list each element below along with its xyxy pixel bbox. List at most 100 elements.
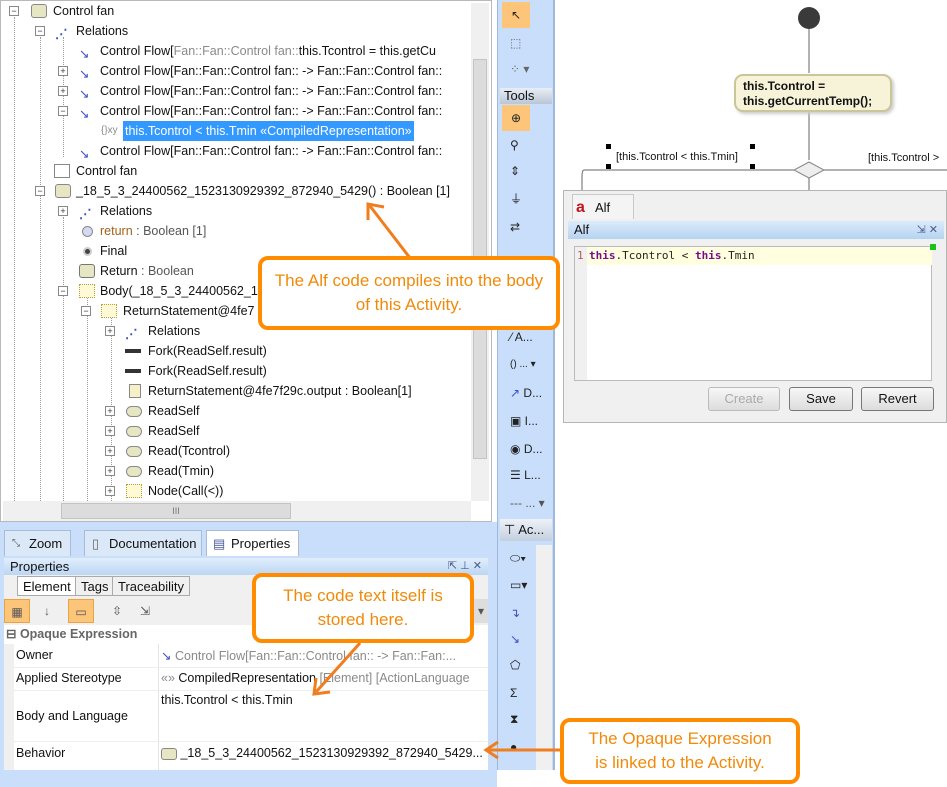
decision-node[interactable] [792,161,826,179]
guard-label-left[interactable]: [this.Tcontrol < this.Tmin] [616,151,738,163]
expand-icon[interactable]: + [105,446,115,456]
subtab-tags[interactable]: Tags [75,576,115,596]
object-flow-tool[interactable]: ↴ [502,600,552,626]
palette-item-dependency[interactable]: ↗ D... [502,380,552,406]
accept-event-tool[interactable]: Σ [502,680,552,706]
tree-node-control-flow[interactable]: ↘ Control Flow[Fan::Fan::Control fan:: -… [1,141,471,161]
applied-stereotype-value[interactable]: «» CompiledRepresentation [Element] [Act… [161,671,486,685]
selection-handle[interactable] [606,144,611,149]
subtab-element[interactable]: Element [17,576,77,596]
guard-label-right[interactable]: [this.Tcontrol > [868,152,939,164]
object-node-tool[interactable]: ▭▾ [502,572,552,598]
expand-icon[interactable]: + [58,206,68,216]
tree-node-action[interactable]: + Read(Tcontrol) [1,441,471,461]
palette-item-image[interactable]: ▣ I... [502,408,552,434]
pointer-tool[interactable]: ↖ [502,2,530,28]
tree-node-relations[interactable]: + ⋰ Relations [1,201,471,221]
tree-node-relations[interactable]: − ⋰ Relations [1,21,471,41]
owner-value[interactable]: ↘ Control Flow[Fan::Fan::Control fan:: -… [161,648,486,663]
collapse-icon[interactable]: − [58,286,68,296]
insert-tool[interactable]: ⏚ [502,186,552,212]
undock-icon[interactable]: ⇱ [448,560,457,572]
palette-item-list[interactable]: ☰ L... [502,462,552,488]
pin-icon[interactable]: ⊥ [460,560,470,572]
alf-code-editor[interactable]: 1 this.Tcontrol < this.Tmin [574,246,932,381]
palette-section-activity[interactable]: ⊤ Ac... [500,519,552,541]
tree-node-call[interactable]: + Node(Call(<)) [1,481,471,501]
palette-item-diagram[interactable]: ◉ D... [502,436,552,462]
categorized-view-icon[interactable]: ▦ [4,599,30,623]
marquee-select-tool[interactable]: ⬚ [502,30,552,56]
tab-zoom[interactable]: ⤡ Zoom [4,530,72,556]
swimlane-tool[interactable]: ⊕ [502,105,530,131]
collapse-icon[interactable]: − [35,186,45,196]
split-tool[interactable]: ⇕ [502,158,552,184]
tree-node-fork[interactable]: Fork(ReadSelf.result) [1,361,471,381]
section-header[interactable]: ⊟ Opaque Expression [6,626,137,641]
tree-node-control-flow[interactable]: − ↘ Control Flow[Fan::Fan::Control fan::… [1,101,471,121]
tree-node-opaque-expression[interactable]: {}xy this.Tcontrol < this.Tmin «Compiled… [1,121,471,141]
revert-button[interactable]: Revert [861,387,934,411]
selection-handle[interactable] [750,164,755,169]
tree-node-action[interactable]: + Read(Tmin) [1,461,471,481]
action-node[interactable]: this.Tcontrol = this.getCurrentTemp(); [734,74,892,112]
expand-icon[interactable]: + [105,406,115,416]
expand-icon[interactable]: + [58,66,68,76]
tab-properties[interactable]: ▤ Properties [206,530,300,556]
guard-edge-left[interactable] [581,169,794,190]
tab-alf[interactable]: a Alf [572,194,634,219]
horizontal-scrollbar[interactable]: III [3,501,471,521]
tree-node-action[interactable]: + ReadSelf [1,401,471,421]
restore-icon[interactable]: ⇲ [917,224,926,236]
initial-node-tool[interactable]: ● [502,734,552,760]
tree-node-activity[interactable]: − _18_5_3_24400562_1523130929392_872940_… [1,181,471,201]
tree-node-control-fan-diagram[interactable]: Control fan [1,161,471,181]
send-signal-tool[interactable]: ⬠ [502,652,552,678]
close-icon[interactable]: ✕ [929,224,938,236]
stamp-tool[interactable]: ⚲ [502,132,552,158]
palette-item-opaque[interactable]: () ... ▾ [502,352,552,378]
tree-node-control-flow[interactable]: ↘ Control Flow[Fan::Fan::Control fan::th… [1,41,471,61]
route-tool[interactable]: ⇄ [502,214,552,240]
tree-node-fork[interactable]: Fork(ReadSelf.result) [1,341,471,361]
body-and-language-value[interactable]: this.Tcontrol < this.Tmin [161,693,293,707]
initial-node[interactable] [798,7,820,29]
create-button[interactable]: Create [708,387,780,411]
dropdown-icon[interactable]: ▾ [474,599,488,623]
scroll-thumb[interactable]: III [61,503,291,519]
control-flow-tool[interactable]: ↘ [502,626,552,652]
collapse-icon[interactable]: − [9,6,19,16]
vertical-scrollbar[interactable] [471,3,489,501]
subtab-traceability[interactable]: Traceability [112,576,190,596]
tree-node-output-pin[interactable]: ReturnStatement@4fe7f29c.output : Boolea… [1,381,471,401]
sort-alphabetical-icon[interactable]: ↓ [34,599,60,623]
selection-handle[interactable] [750,144,755,149]
save-button[interactable]: Save [789,387,853,411]
palette-item-line[interactable]: --- ... ▾ [502,490,552,516]
control-flow-icon: ↘ [79,87,90,101]
action-tool[interactable]: ⬭▾ [502,545,552,571]
tab-documentation[interactable]: ▯ Documentation [84,530,202,556]
tree-node-return-parameter[interactable]: return : Boolean [1] [1,221,471,241]
tree-node-action[interactable]: + ReadSelf [1,421,471,441]
tree-node-control-flow[interactable]: + ↘ Control Flow[Fan::Fan::Control fan::… [1,81,471,101]
group-select-tool[interactable]: ⁘ ▾ [502,56,552,82]
expand-icon[interactable]: + [105,466,115,476]
collapse-icon[interactable]: − [81,306,91,316]
expand-icon[interactable]: + [105,486,115,496]
close-icon[interactable]: ✕ [473,560,482,572]
expand-icon[interactable]: + [105,426,115,436]
behavior-value[interactable]: _18_5_3_24400562_1523130929392_872940_54… [161,746,486,760]
selection-handle[interactable] [606,164,611,169]
palette-section-tools[interactable]: Tools [500,88,552,104]
tree-node-control-flow[interactable]: + ↘ Control Flow[Fan::Fan::Control fan::… [1,61,471,81]
tree-node-control-fan-package[interactable]: − Control fan [1,1,471,21]
expand-icon[interactable]: + [105,326,115,336]
expand-all-icon[interactable]: ⇳ [104,599,130,623]
expand-icon[interactable]: + [58,86,68,96]
show-all-icon[interactable]: ▭ [68,599,94,623]
collapse-icon[interactable]: − [58,106,68,116]
time-event-tool[interactable]: ⧗ [502,706,552,732]
collapse-icon[interactable]: − [35,26,45,36]
collapse-all-icon[interactable]: ⇲ [132,599,158,623]
